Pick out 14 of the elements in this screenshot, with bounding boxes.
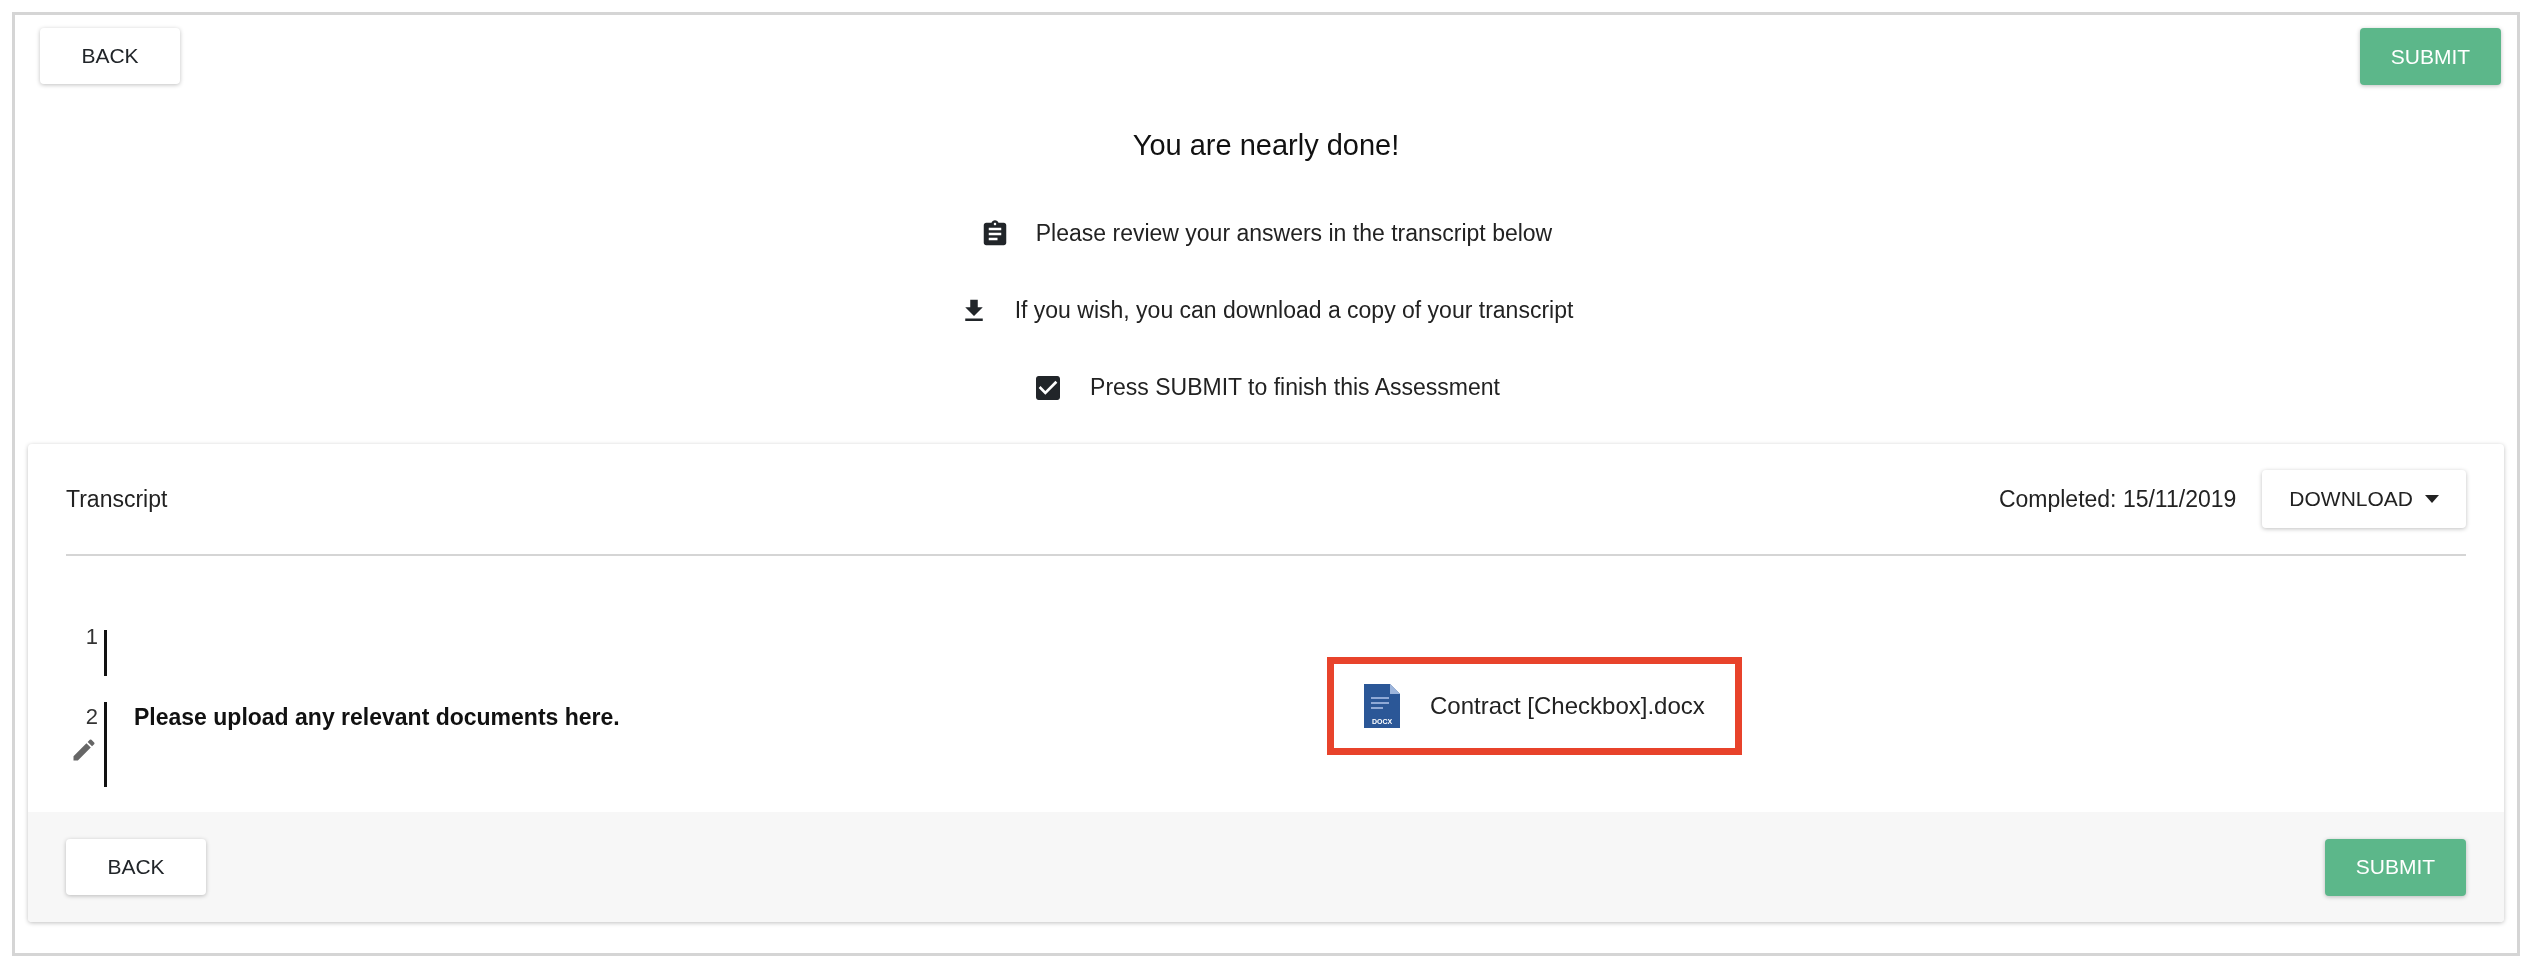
back-button[interactable]: BACK	[40, 28, 180, 84]
heading: You are nearly done!	[1132, 128, 1400, 163]
file-name: Contract [Checkbox].docx	[1430, 691, 1705, 721]
completed-date: Completed: 15/11/2019	[1998, 484, 2237, 514]
back-button[interactable]: BACK	[66, 839, 206, 895]
instruction-text: Press SUBMIT to finish this Assessment	[1090, 373, 1500, 403]
caret-icon	[2425, 495, 2439, 503]
transcript-title: Transcript	[66, 484, 168, 514]
instruction-text: If you wish, you can download a copy of your transcript	[1014, 296, 1574, 326]
row-number: 2	[85, 703, 98, 731]
instruction-text: Please review your answers in the transcript below	[1035, 219, 1553, 249]
row-number: 1	[85, 623, 98, 651]
question-text: Please upload any relevant documents here.	[133, 703, 621, 732]
download-button[interactable]: DOWNLOAD	[2262, 470, 2466, 528]
